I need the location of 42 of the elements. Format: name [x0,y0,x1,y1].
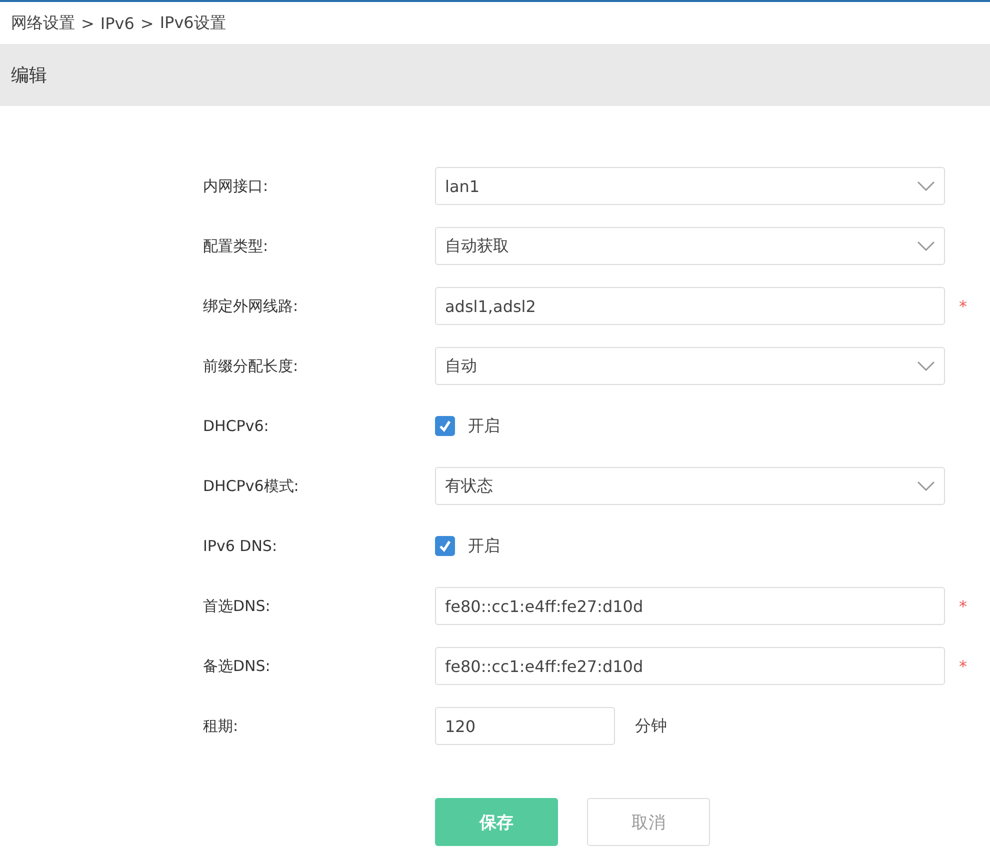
chevron-down-icon [917,181,935,191]
chevron-down-icon [917,241,935,251]
field-label: 配置类型: [203,236,270,256]
field-label: 租期: [203,716,240,736]
select-field[interactable]: 自动 [435,347,945,385]
breadcrumb-separator: > [81,14,94,32]
required-mark: * [959,296,967,316]
select-field[interactable]: lan1 [435,167,945,205]
select-value: 自动获取 [445,236,509,256]
panel-title: 编辑 [11,64,47,87]
breadcrumb-item[interactable]: IPv6 [100,14,134,32]
checkbox-label: 开启 [468,536,500,556]
field-label: 前缀分配长度: [203,356,300,376]
breadcrumb-separator: > [140,14,154,32]
required-mark: * [959,596,967,616]
field-label: 内网接口: [203,176,270,196]
select-value: 有状态 [445,476,493,496]
select-field[interactable]: 有状态 [435,467,945,505]
field-label: 首选DNS: [203,596,272,616]
field-label: DHCPv6模式: [203,476,300,496]
chevron-down-icon [917,361,935,371]
check-icon [437,538,453,554]
checkbox-label: 开启 [468,416,500,436]
input-field[interactable]: 120 [435,707,615,745]
field-label: IPv6 DNS: [203,537,278,555]
input-field[interactable]: fe80::cc1:e4ff:fe27:d10d [435,647,945,685]
unit-label: 分钟 [635,716,667,736]
field-label: DHCPv6: [203,417,270,435]
breadcrumb-item[interactable]: 网络设置 [11,12,75,34]
input-field[interactable]: adsl1,adsl2 [435,287,945,325]
chevron-down-icon [917,481,935,491]
field-label: 备选DNS: [203,656,272,676]
select-field[interactable]: 自动获取 [435,227,945,265]
required-mark: * [959,656,967,676]
select-value: lan1 [445,176,480,196]
select-value: 自动 [445,356,477,376]
checkbox[interactable] [435,536,455,556]
breadcrumb-item[interactable]: IPv6设置 [160,12,226,34]
input-field[interactable]: fe80::cc1:e4ff:fe27:d10d [435,587,945,625]
check-icon [437,418,453,434]
field-label: 绑定外网线路: [203,296,300,316]
checkbox[interactable] [435,416,455,436]
